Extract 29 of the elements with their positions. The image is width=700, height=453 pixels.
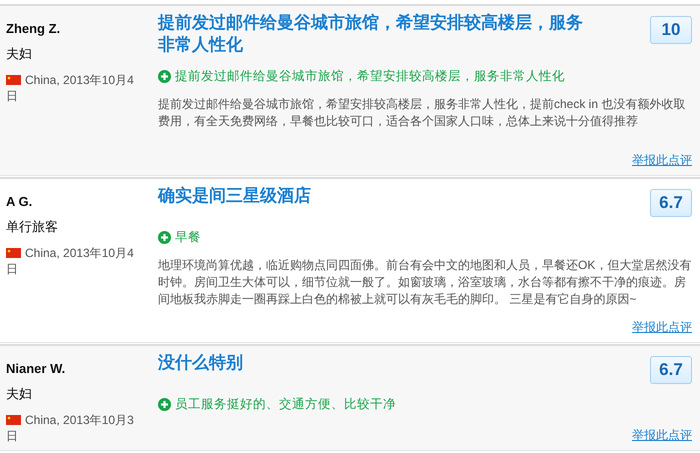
- report-link[interactable]: 举报此点评: [632, 427, 692, 444]
- review-score: 10: [650, 16, 692, 44]
- flag-icon: [6, 75, 21, 85]
- plus-icon: [158, 231, 171, 244]
- review-origin: China, 2013年10月4日: [6, 245, 135, 277]
- review-highlight: 员工服务挺好的、交通方便、比较干净: [158, 396, 692, 413]
- flag-icon: [6, 415, 21, 425]
- plus-icon: [158, 70, 171, 83]
- review-score: 6.7: [650, 189, 692, 217]
- review-title: 没什么特别: [158, 352, 243, 374]
- reviewer-name: A G.: [6, 194, 34, 209]
- review-text: 提前发过邮件给曼谷城市旅馆，希望安排较高楼层，服务非常人性化，提前check in 也没有额外收取费用，有全天免费网络，早餐也比较可口，适合各个国家人口味，总体上来说十分值得推荐: [158, 96, 686, 130]
- review-highlight: 提前发过邮件给曼谷城市旅馆，希望安排较高楼层，服务非常人性化: [158, 68, 692, 85]
- report-link[interactable]: 举报此点评: [632, 152, 692, 169]
- traveler-type: 单行旅客: [6, 218, 59, 236]
- review-title: 确实是间三星级酒店: [158, 185, 311, 207]
- review-score: 6.7: [650, 356, 692, 384]
- traveler-type: 夫妇: [6, 385, 33, 403]
- report-link[interactable]: 举报此点评: [632, 319, 692, 336]
- review-origin: China, 2013年10月3日: [6, 412, 135, 444]
- reviewer-name: Nianer W.: [6, 361, 66, 376]
- review-text: 地理环境尚算优越，临近购物点同四面佛。前台有会中文的地图和人员，早餐还OK，但大堂居然没有时钟。房间卫生大体可以，细节位就一般了。如窗玻璃，浴室玻璃，水台等都有擦不干净的痕迹。房间地板我赤脚走一圈再踩上白色的棉被上就可以有灰毛毛的脚印。 三星是有它自身的原因~: [158, 257, 692, 308]
- review-title: 提前发过邮件给曼谷城市旅馆，希望安排较高楼层，服务非常人性化: [158, 12, 584, 56]
- flag-icon: [6, 248, 21, 258]
- plus-icon: [158, 398, 171, 411]
- review-highlight: 早餐: [158, 229, 692, 246]
- reviewer-name: Zheng Z.: [6, 21, 62, 36]
- traveler-type: 夫妇: [6, 45, 33, 63]
- review-origin: China, 2013年10月4日: [6, 72, 135, 104]
